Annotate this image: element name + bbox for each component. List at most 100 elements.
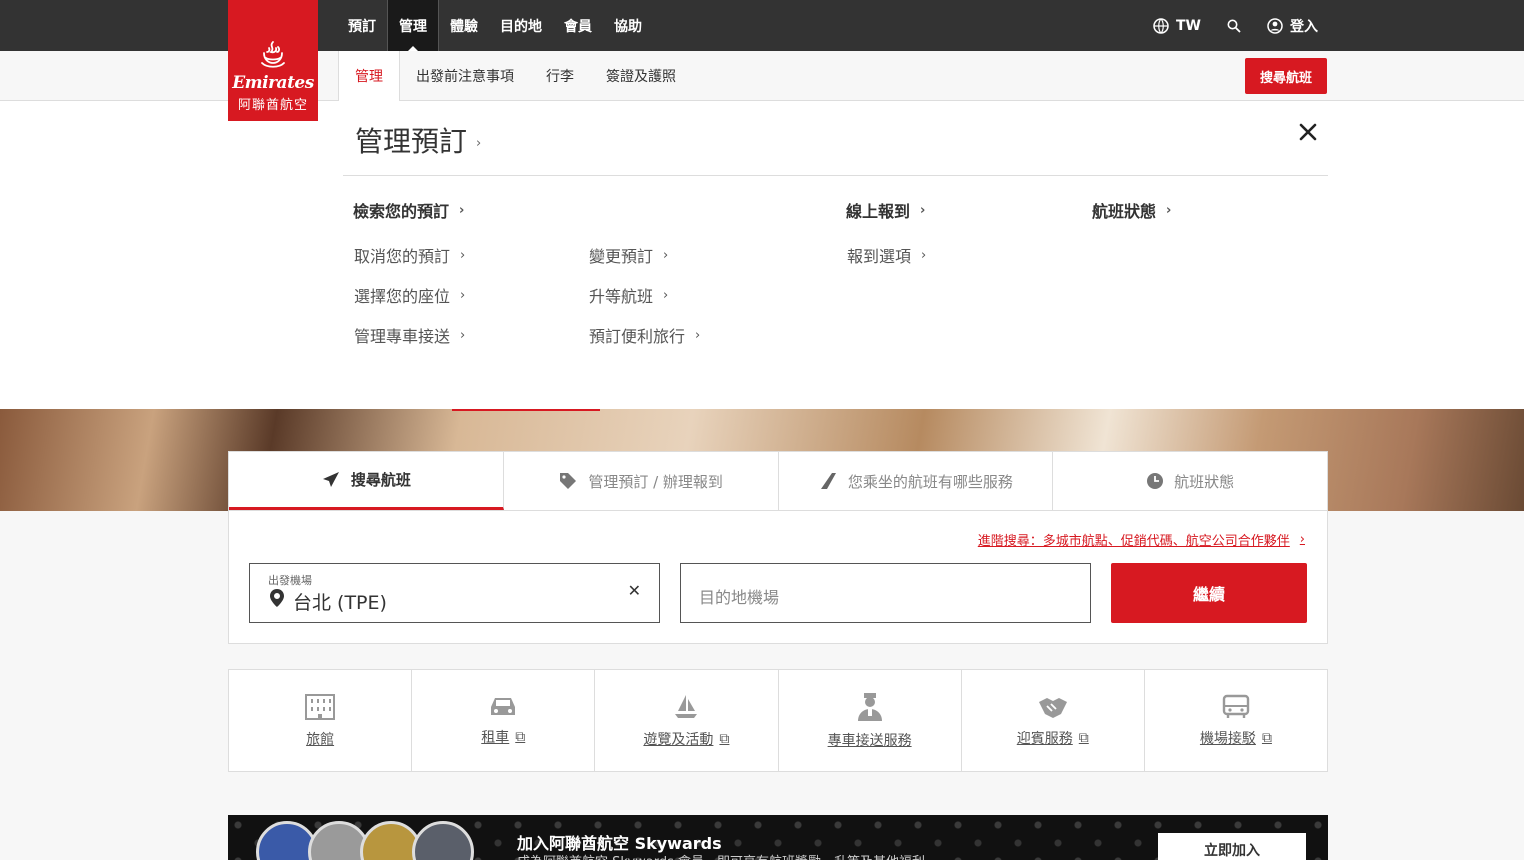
service-label: 機場接駁 ⧉: [1200, 728, 1272, 748]
tab-onboard-services[interactable]: 您乘坐的航班有哪些服務: [779, 452, 1054, 510]
sub-nav-manage[interactable]: 管理: [338, 51, 400, 101]
top-nav-loyalty[interactable]: 會員: [553, 0, 603, 51]
select-seat-link[interactable]: 選擇您的座位 ›: [354, 283, 465, 307]
tab-label: 航班狀態: [1174, 472, 1235, 491]
chevron-right-icon: ›: [460, 287, 466, 303]
service-tours[interactable]: 遊覽及活動 ⧉: [595, 670, 779, 771]
globe-icon: [1153, 17, 1169, 34]
search-toggle[interactable]: [1227, 19, 1241, 33]
chevron-right-icon: ›: [1299, 532, 1305, 547]
search-icon: [1227, 19, 1241, 33]
panel-divider: [343, 175, 1328, 176]
departure-airport-field[interactable]: 出發機場 台北 (TPE) ✕: [249, 563, 660, 623]
chevron-right-icon: ›: [921, 247, 927, 263]
tab-label: 搜尋航班: [350, 471, 411, 489]
chauffeur-icon: [857, 692, 882, 721]
service-hotel-label: 旅館: [306, 731, 335, 748]
advanced-search-label: 進階搜尋：多城市航點、促銷代碼、航空公司合作夥伴: [977, 534, 1290, 549]
close-icon[interactable]: [1296, 120, 1320, 144]
chevron-right-icon: ›: [1166, 202, 1172, 218]
service-meet-greet[interactable]: 迎賓服務 ⧉: [962, 670, 1145, 771]
top-nav-manage[interactable]: 管理: [387, 0, 439, 51]
service-car-rental-label: 租車: [481, 729, 510, 746]
manage-chauffeur-link[interactable]: 管理專車接送 ›: [354, 323, 465, 347]
service-meet-greet-label: 迎賓服務: [1016, 730, 1073, 747]
checkin-options-link[interactable]: 報到選項 ›: [847, 243, 926, 267]
departure-airport-label: 出發機場: [268, 574, 312, 587]
service-chauffeur-label: 專車接送服務: [827, 732, 912, 749]
book-convenience-label: 預訂便利旅行: [589, 327, 686, 346]
retrieve-booking-label: 檢索您的預訂: [353, 202, 450, 221]
cancel-booking-link[interactable]: 取消您的預訂 ›: [354, 243, 465, 267]
sub-nav-visa-passport[interactable]: 簽證及護照: [590, 51, 692, 101]
clock-icon: [1147, 473, 1164, 489]
departure-airport-value: 台北 (TPE): [293, 592, 387, 614]
retrieve-booking-link[interactable]: 檢索您的預訂 ›: [353, 198, 464, 222]
tab-flight-status[interactable]: 航班狀態: [1053, 452, 1327, 510]
external-link-icon: ⧉: [1078, 729, 1089, 746]
user-icon: [1267, 17, 1283, 34]
external-link-icon: ⧉: [515, 728, 526, 745]
region-selector[interactable]: TW: [1153, 18, 1201, 34]
tail-fin-icon: [820, 473, 836, 489]
service-car-rental[interactable]: 租車 ⧉: [412, 670, 596, 771]
service-airport-transfer-label: 機場接駁: [1199, 730, 1256, 747]
logo-text-en: Emirates: [232, 73, 314, 93]
top-nav-book[interactable]: 預訂: [337, 0, 387, 51]
login-label: 登入: [1290, 18, 1318, 35]
top-nav-help[interactable]: 協助: [603, 0, 653, 51]
service-label: 遊覽及活動 ⧉: [643, 729, 729, 749]
destination-airport-placeholder: 目的地機場: [699, 588, 780, 607]
search-flights-button[interactable]: 搜尋航班: [1245, 58, 1327, 94]
chevron-right-icon: ›: [920, 202, 926, 218]
cancel-booking-label: 取消您的預訂: [354, 247, 451, 266]
upgrade-flight-link[interactable]: 升等航班 ›: [589, 283, 668, 307]
join-now-button[interactable]: 立即加入: [1158, 833, 1306, 860]
book-convenience-link[interactable]: 預訂便利旅行 ›: [589, 323, 700, 347]
service-label: 旅館: [306, 729, 334, 749]
flight-status-label: 航班狀態: [1092, 202, 1157, 221]
manage-chauffeur-label: 管理專車接送: [354, 327, 451, 346]
service-airport-transfer[interactable]: 機場接駁 ⧉: [1145, 670, 1327, 771]
hero-accent-line: [452, 409, 600, 411]
booking-tabs: 搜尋航班 管理預訂 / 辦理報到 您乘坐的航班有哪些服務 航班狀態: [229, 452, 1327, 511]
top-nav-destinations[interactable]: 目的地: [489, 0, 553, 51]
location-pin-icon: [270, 589, 284, 607]
tag-icon: [560, 473, 577, 489]
continue-button[interactable]: 繼續: [1111, 563, 1307, 623]
service-hotel[interactable]: 旅館: [229, 670, 413, 771]
service-chauffeur[interactable]: 專車接送服務: [779, 670, 962, 771]
tab-label: 您乘坐的航班有哪些服務: [847, 472, 1013, 491]
tab-manage-checkin[interactable]: 管理預訂 / 辦理報到: [504, 452, 779, 510]
advanced-search-link[interactable]: 進階搜尋：多城市航點、促銷代碼、航空公司合作夥伴 ›: [978, 530, 1305, 549]
handshake-icon: [1038, 697, 1067, 718]
region-label: TW: [1176, 17, 1201, 34]
sub-nav: 管理 出發前注意事項 行李 簽證及護照: [338, 51, 692, 101]
change-booking-label: 變更預訂: [589, 247, 654, 266]
manage-dropdown-panel: [0, 101, 1524, 409]
skywards-banner: 加入阿聯酋航空 Skywards 成為阿聯酋航空 Skywards 會員，即可享…: [228, 815, 1328, 860]
panel-title[interactable]: 管理預訂: [355, 120, 467, 160]
checkin-options-label: 報到選項: [847, 247, 912, 266]
online-checkin-link[interactable]: 線上報到 ›: [846, 198, 925, 222]
chevron-right-icon: ›: [695, 327, 701, 343]
service-label: 租車 ⧉: [481, 727, 525, 747]
sub-nav-before-you-fly[interactable]: 出發前注意事項: [400, 51, 530, 101]
external-link-icon: ⧉: [719, 730, 730, 747]
online-checkin-label: 線上報到: [846, 202, 911, 221]
chevron-right-icon: ›: [476, 136, 482, 151]
change-booking-link[interactable]: 變更預訂 ›: [589, 243, 668, 267]
tab-search-flights[interactable]: 搜尋航班: [229, 452, 504, 510]
clear-icon[interactable]: ✕: [628, 581, 641, 600]
services-row: 旅館 租車 ⧉ 遊覽及活動 ⧉ 專車接送服務 迎賓服務 ⧉ 機場接駁 ⧉: [228, 669, 1328, 772]
top-nav-experience[interactable]: 體驗: [439, 0, 489, 51]
flight-status-link[interactable]: 航班狀態 ›: [1092, 198, 1171, 222]
tab-label: 管理預訂 / 辦理報到: [588, 472, 723, 491]
emirates-logo[interactable]: Emirates 阿聯酋航空: [228, 0, 318, 121]
hotel-icon: [305, 693, 336, 720]
login-link[interactable]: 登入: [1267, 16, 1318, 36]
destination-airport-field[interactable]: 目的地機場: [680, 563, 1091, 623]
select-seat-label: 選擇您的座位: [354, 287, 451, 306]
sub-nav-baggage[interactable]: 行李: [530, 51, 590, 101]
bus-icon: [1222, 694, 1250, 718]
